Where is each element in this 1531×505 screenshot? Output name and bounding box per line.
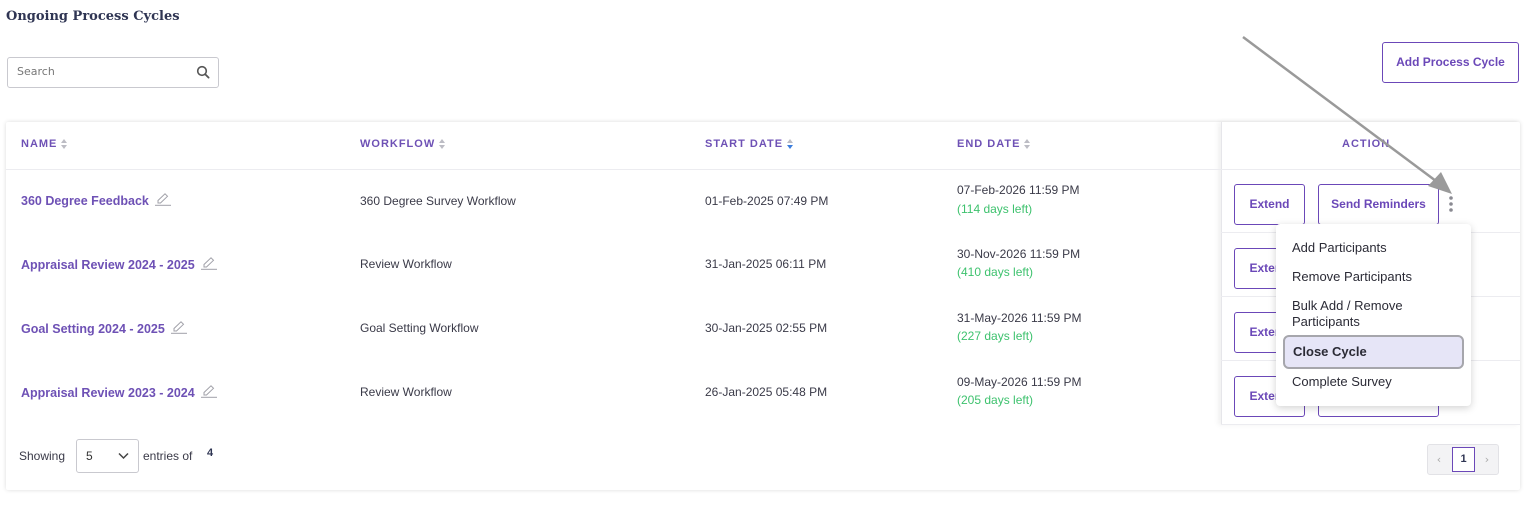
search-box[interactable]: [7, 57, 219, 88]
column-header-name[interactable]: NAME: [21, 138, 68, 150]
start-date-cell: 31-Jan-2025 06:11 PM: [705, 257, 827, 271]
table-row: Appraisal Review 2024 - 2025 Review Work…: [6, 234, 1221, 298]
menu-item-close-cycle[interactable]: Close Cycle: [1283, 335, 1464, 369]
table-row: Goal Setting 2024 - 2025 Goal Setting Wo…: [6, 298, 1221, 362]
column-header-workflow[interactable]: WORKFLOW: [360, 138, 446, 150]
menu-item-complete-survey[interactable]: Complete Survey: [1292, 374, 1392, 390]
showing-label: Showing: [19, 449, 66, 463]
workflow-cell: Goal Setting Workflow: [360, 321, 479, 335]
page-size-value: 5: [86, 449, 93, 463]
sort-active-icon[interactable]: [787, 139, 794, 150]
sort-icon[interactable]: [439, 139, 446, 150]
sort-icon[interactable]: [61, 139, 68, 150]
menu-item-add-participants[interactable]: Add Participants: [1292, 240, 1387, 256]
row-divider: [1221, 424, 1520, 425]
pagination: ‹ 1 ›: [1427, 444, 1499, 475]
end-date-cell: 09-May-2026 11:59 PM: [957, 375, 1082, 389]
workflow-cell: Review Workflow: [360, 257, 452, 271]
total-entries-count: 4: [207, 447, 214, 459]
entries-of-label: entries of: [143, 449, 193, 463]
next-page-button[interactable]: ›: [1476, 445, 1498, 474]
column-header-start-date[interactable]: START DATE: [705, 138, 794, 150]
table-row: Appraisal Review 2023 - 2024 Review Work…: [6, 362, 1221, 426]
column-header-end-date[interactable]: END DATE: [957, 138, 1031, 150]
page-title: Ongoing Process Cycles: [6, 9, 180, 24]
start-date-cell: 30-Jan-2025 02:55 PM: [705, 321, 828, 335]
extend-button[interactable]: Extend: [1234, 184, 1305, 225]
chevron-down-icon: [118, 452, 129, 460]
pencil-icon[interactable]: [154, 193, 171, 206]
more-options-icon[interactable]: [1448, 195, 1454, 213]
cycle-name-link[interactable]: Appraisal Review 2023 - 2024: [21, 385, 217, 400]
search-input[interactable]: [17, 65, 187, 78]
send-reminders-button[interactable]: Send Reminders: [1318, 184, 1439, 225]
pencil-icon[interactable]: [170, 321, 187, 334]
days-left-label: (114 days left): [957, 202, 1033, 216]
workflow-cell: 360 Degree Survey Workflow: [360, 194, 516, 208]
cycle-name-link[interactable]: Goal Setting 2024 - 2025: [21, 321, 187, 336]
end-date-cell: 30-Nov-2026 11:59 PM: [957, 247, 1081, 261]
days-left-label: (410 days left): [957, 265, 1034, 279]
end-date-cell: 07-Feb-2026 11:59 PM: [957, 183, 1080, 197]
workflow-cell: Review Workflow: [360, 385, 452, 399]
cycle-name-link[interactable]: 360 Degree Feedback: [21, 193, 171, 208]
table-row: 360 Degree Feedback 360 Degree Survey Wo…: [6, 170, 1221, 234]
pencil-icon[interactable]: [200, 257, 217, 270]
cycle-name-link[interactable]: Appraisal Review 2024 - 2025: [21, 257, 217, 272]
pencil-icon[interactable]: [200, 385, 217, 398]
column-header-action: ACTION: [1342, 138, 1391, 150]
actions-dropdown-menu: Add Participants Remove Participants Bul…: [1276, 224, 1471, 406]
page-size-select[interactable]: 5: [76, 439, 139, 473]
search-icon[interactable]: [196, 65, 210, 79]
start-date-cell: 01-Feb-2025 07:49 PM: [705, 194, 829, 208]
page-button-current[interactable]: 1: [1452, 447, 1475, 472]
sort-icon[interactable]: [1024, 139, 1031, 150]
days-left-label: (227 days left): [957, 329, 1034, 343]
menu-item-bulk-add-remove-participants[interactable]: Bulk Add / Remove Participants: [1292, 298, 1442, 330]
days-left-label: (205 days left): [957, 393, 1034, 407]
start-date-cell: 26-Jan-2025 05:48 PM: [705, 385, 828, 399]
prev-page-button[interactable]: ‹: [1428, 445, 1450, 474]
add-process-cycle-button[interactable]: Add Process Cycle: [1382, 42, 1519, 83]
end-date-cell: 31-May-2026 11:59 PM: [957, 311, 1082, 325]
menu-item-remove-participants[interactable]: Remove Participants: [1292, 269, 1412, 285]
